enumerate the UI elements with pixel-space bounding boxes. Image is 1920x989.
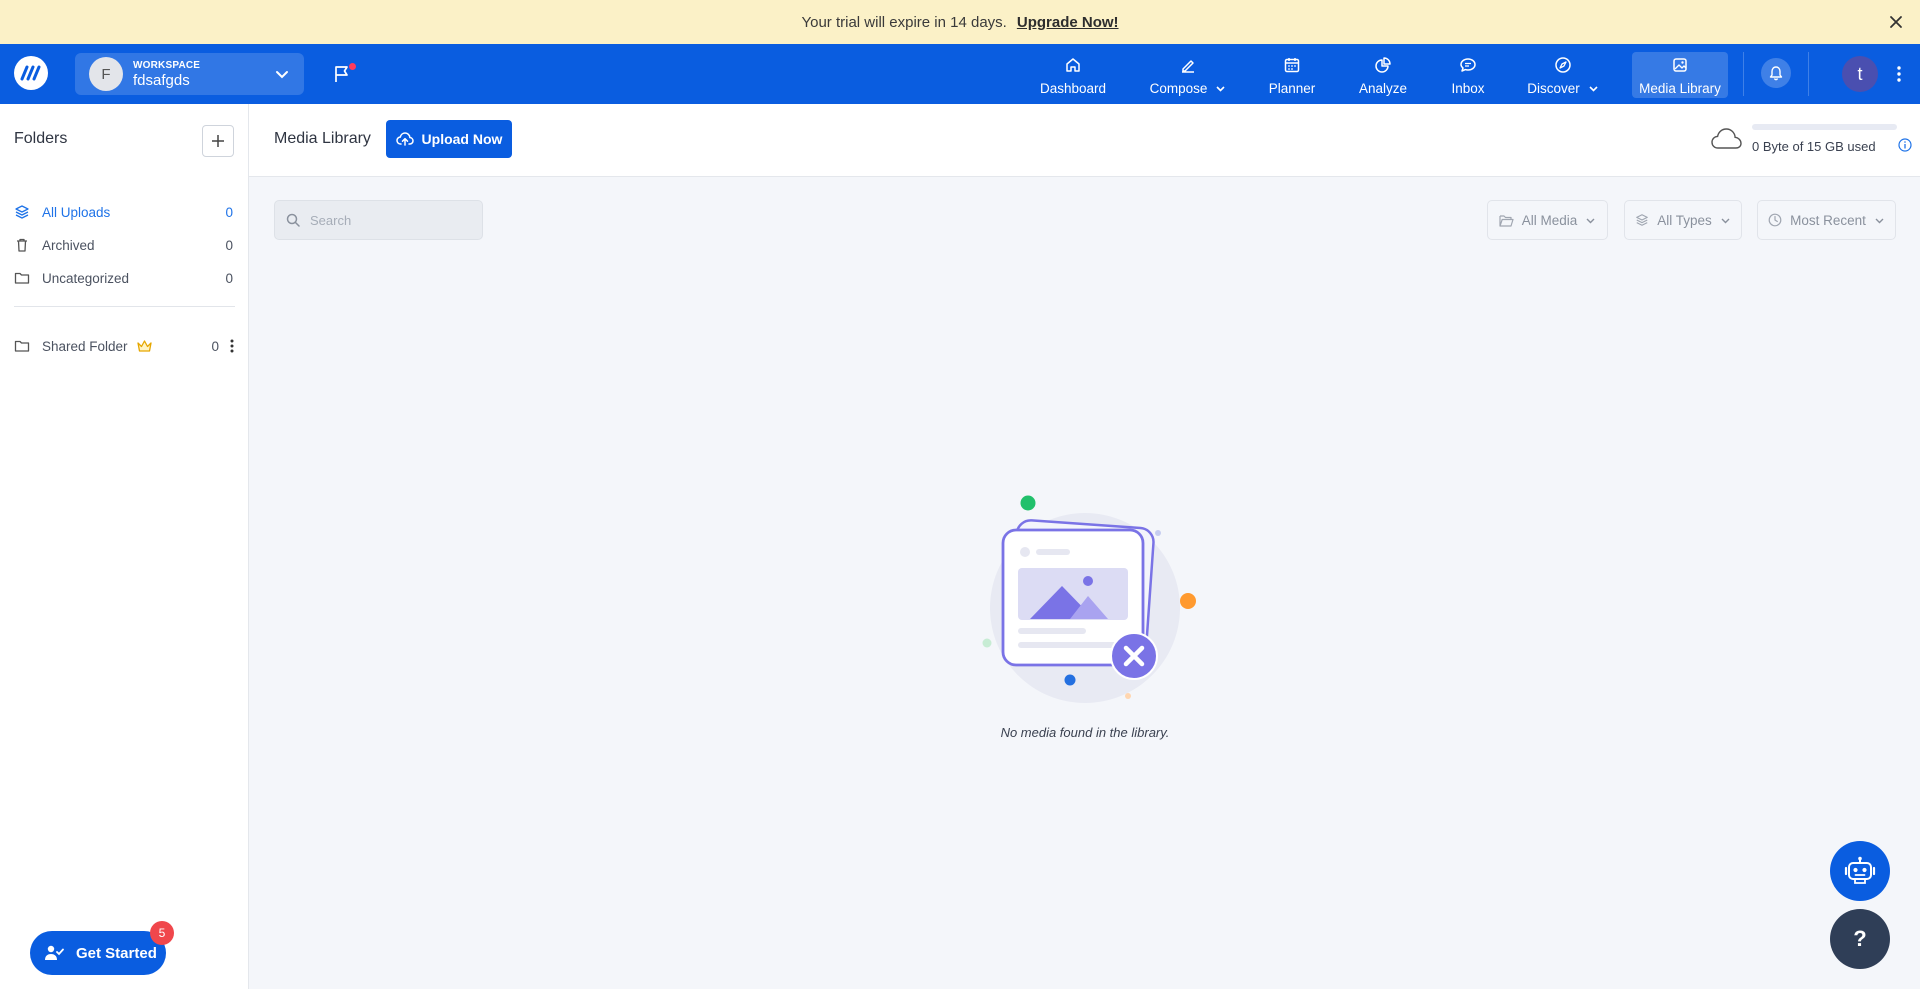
- workspace-switcher[interactable]: F WORKSPACE fdsafgds: [75, 53, 304, 95]
- chevron-down-icon: [1721, 218, 1730, 223]
- add-folder-button[interactable]: [202, 125, 234, 157]
- chevron-down-icon: [274, 66, 290, 82]
- empty-state-message: No media found in the library.: [1000, 725, 1170, 740]
- chat-icon: [1459, 55, 1477, 75]
- folder-shared[interactable]: Shared Folder 0: [14, 334, 235, 358]
- search-box[interactable]: [274, 200, 483, 240]
- workspace-name: fdsafgds: [133, 71, 190, 89]
- get-started-label: Get Started: [76, 944, 157, 962]
- folder-label: Archived: [42, 237, 95, 253]
- workspace-avatar: F: [89, 57, 123, 91]
- nav-label: Planner: [1268, 81, 1316, 96]
- user-avatar[interactable]: t: [1842, 56, 1878, 92]
- more-vertical-icon[interactable]: [1893, 62, 1905, 86]
- nav-dashboard[interactable]: Dashboard: [1036, 52, 1110, 98]
- nav-discover[interactable]: Discover: [1527, 52, 1598, 98]
- home-icon: [1064, 55, 1082, 75]
- nav-label: Discover: [1527, 81, 1580, 96]
- bell-icon: [1769, 66, 1783, 81]
- sidebar-divider: [14, 306, 235, 307]
- layers-icon: [1636, 214, 1649, 226]
- nav-divider: [1808, 52, 1809, 96]
- storage-text: 0 Byte of 15 GB used: [1752, 139, 1876, 154]
- folder-uncategorized[interactable]: Uncategorized 0: [14, 266, 235, 290]
- folder-label: Uncategorized: [42, 270, 130, 286]
- folder-count: 0: [225, 237, 233, 253]
- nav-compose[interactable]: Compose: [1146, 52, 1230, 98]
- pen-icon: [1179, 55, 1197, 75]
- search-input[interactable]: [310, 212, 470, 228]
- trial-message: Your trial will expire in 14 days.: [801, 13, 1007, 31]
- nav-media-library[interactable]: Media Library: [1632, 52, 1728, 98]
- storage-bar: [1752, 124, 1897, 130]
- notification-dot: [349, 63, 356, 70]
- upload-now-label: Upload Now: [421, 131, 503, 147]
- folder-label: Shared Folder: [42, 338, 128, 354]
- folder-icon: [14, 338, 30, 354]
- calendar-icon: [1283, 55, 1301, 75]
- folder-count: 0: [225, 270, 233, 286]
- compass-icon: [1554, 55, 1572, 75]
- more-vertical-icon[interactable]: [229, 338, 235, 354]
- image-icon: [1671, 55, 1689, 75]
- crown-icon: [136, 339, 153, 353]
- chevron-down-icon: [1589, 86, 1598, 92]
- chevron-down-icon: [1875, 218, 1884, 223]
- cloud-icon: [1710, 126, 1744, 150]
- upload-now-button[interactable]: Upload Now: [386, 120, 512, 158]
- user-check-icon: [44, 944, 64, 962]
- help-button[interactable]: ?: [1830, 909, 1890, 969]
- clock-icon: [1768, 213, 1782, 227]
- nav-analyze[interactable]: Analyze: [1356, 52, 1410, 98]
- page-title: Media Library: [274, 130, 371, 147]
- folders-sidebar: Folders All Uploads 0 Archived 0 Uncateg…: [0, 104, 249, 989]
- filter-label: All Types: [1657, 212, 1712, 228]
- top-navigation: F WORKSPACE fdsafgds Dashboard Compose P…: [0, 44, 1920, 104]
- nav-label: Inbox: [1451, 81, 1485, 96]
- workspace-label: WORKSPACE: [133, 59, 201, 71]
- sort-most-recent[interactable]: Most Recent: [1757, 200, 1896, 240]
- notifications-button[interactable]: [1761, 58, 1791, 88]
- folder-all-uploads[interactable]: All Uploads 0: [14, 200, 235, 224]
- storage-usage: 0 Byte of 15 GB used: [1710, 124, 1912, 160]
- nav-planner[interactable]: Planner: [1265, 52, 1319, 98]
- trash-icon: [14, 237, 30, 253]
- folder-count: 0: [211, 338, 219, 354]
- nav-label: Compose: [1149, 81, 1208, 96]
- get-started-badge: 5: [150, 921, 174, 945]
- folder-open-icon: [1499, 214, 1514, 227]
- chevron-down-icon: [1586, 218, 1595, 223]
- filter-all-media[interactable]: All Media: [1487, 200, 1608, 240]
- get-started-button[interactable]: Get Started 5: [30, 921, 174, 975]
- chatbot-button[interactable]: [1830, 841, 1890, 901]
- app-logo[interactable]: [14, 56, 48, 90]
- chevron-down-icon: [1216, 86, 1225, 92]
- upgrade-link[interactable]: Upgrade Now!: [1017, 14, 1119, 31]
- folder-archived[interactable]: Archived 0: [14, 233, 235, 257]
- media-library-header: Media Library Upload Now 0 Byte of 15 GB…: [249, 104, 1920, 177]
- nav-divider: [1743, 52, 1744, 96]
- nav-label: Analyze: [1358, 81, 1408, 96]
- close-icon[interactable]: [1886, 12, 1906, 32]
- filter-all-types[interactable]: All Types: [1624, 200, 1742, 240]
- plus-icon: [212, 135, 224, 147]
- nav-label: Media Library: [1639, 81, 1721, 96]
- filter-label: Most Recent: [1790, 212, 1866, 228]
- nav-label: Dashboard: [1039, 81, 1107, 96]
- search-icon: [286, 213, 300, 227]
- nav-inbox[interactable]: Inbox: [1448, 52, 1488, 98]
- flag-icon[interactable]: [332, 63, 356, 86]
- cloud-upload-icon: [395, 132, 414, 146]
- empty-state-illustration: [970, 490, 1210, 710]
- layers-icon: [14, 204, 30, 220]
- folder-label: All Uploads: [42, 204, 111, 220]
- pie-chart-icon: [1374, 55, 1392, 75]
- info-icon[interactable]: [1898, 138, 1912, 152]
- folder-count: 0: [225, 204, 233, 220]
- filter-label: All Media: [1521, 212, 1578, 228]
- robot-icon: [1844, 856, 1876, 884]
- trial-banner: Your trial will expire in 14 days. Upgra…: [0, 0, 1920, 44]
- folder-icon: [14, 270, 30, 286]
- sidebar-title: Folders: [14, 130, 68, 147]
